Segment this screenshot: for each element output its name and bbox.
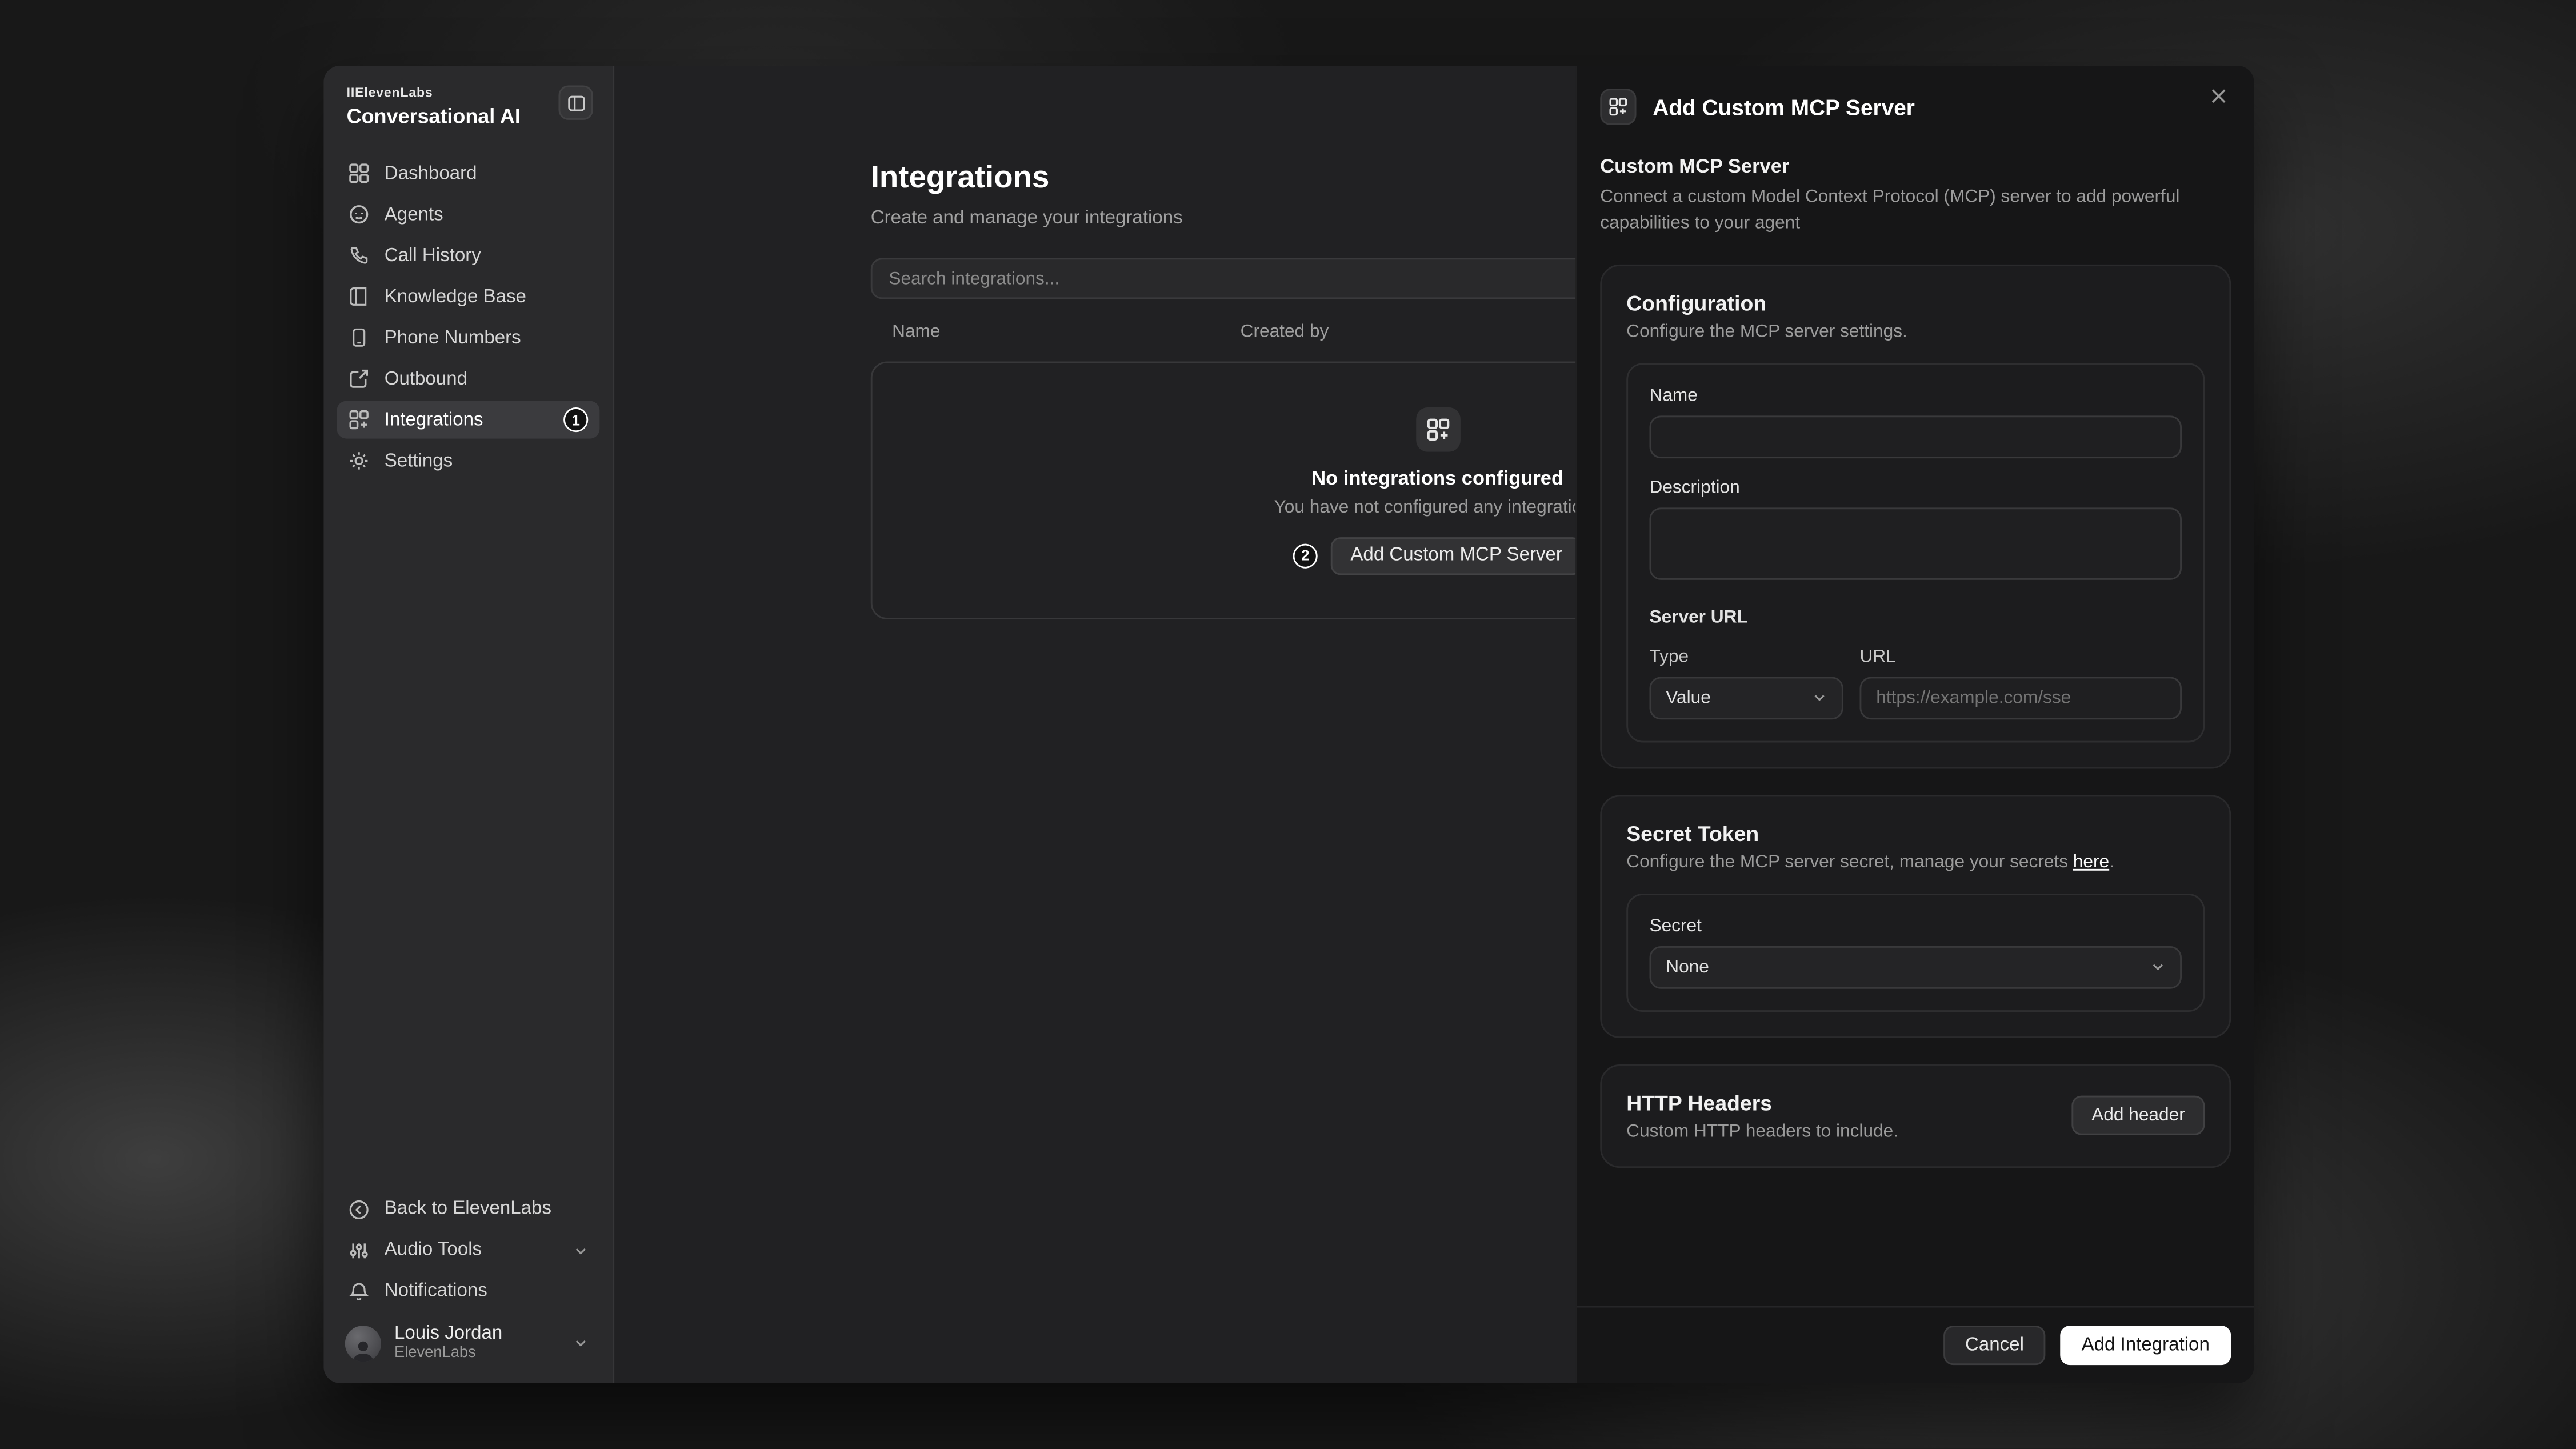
secret-token-title: Secret Token (1626, 821, 2205, 846)
drawer-header: Add Custom MCP Server (1577, 66, 2254, 145)
user-org: ElevenLabs (394, 1346, 560, 1363)
sidebar-item-label: Phone Numbers (385, 328, 521, 348)
http-headers-card: HTTP Headers Custom HTTP headers to incl… (1600, 1064, 2231, 1168)
sidebar-item-call-history[interactable]: Call History (337, 237, 599, 274)
app-window: IIElevenLabs Conversational AI Dashboard… (323, 66, 2254, 1383)
empty-state-title: No integrations configured (1311, 466, 1563, 489)
chevron-down-icon (1812, 691, 1827, 706)
audio-tools-item[interactable]: Audio Tools (337, 1232, 599, 1270)
column-created-by: Created by (1241, 322, 1329, 342)
description-field[interactable] (1650, 507, 2182, 580)
configuration-title: Configuration (1626, 291, 2205, 315)
sidebar-item-outbound[interactable]: Outbound (337, 360, 599, 398)
url-label: URL (1860, 647, 2182, 667)
integrations-icon (1600, 89, 1636, 125)
secret-group: Secret None (1626, 894, 2205, 1012)
sidebar-item-phone-numbers[interactable]: Phone Numbers (337, 319, 599, 357)
notifications-label: Notifications (385, 1282, 487, 1302)
sidebar-item-label: Dashboard (385, 163, 477, 183)
audio-tools-icon (349, 1240, 370, 1261)
sidebar-item-label: Outbound (385, 369, 467, 389)
secret-token-card: Secret Token Configure the MCP server se… (1600, 795, 2231, 1038)
url-field[interactable] (1860, 677, 2182, 719)
add-integration-button[interactable]: Add Integration (2060, 1326, 2231, 1365)
chevron-down-icon (2150, 960, 2165, 975)
name-label: Name (1650, 386, 2182, 406)
user-name: Louis Jordan (394, 1324, 560, 1346)
sidebar-item-label: Settings (385, 451, 453, 471)
app-title: Conversational AI (347, 105, 521, 128)
sidebar-collapse-button[interactable] (559, 86, 593, 120)
main-content: Integrations Create and manage your inte… (614, 66, 2254, 1383)
annotation-badge-2: 2 (1293, 543, 1318, 567)
integrations-icon (349, 409, 370, 430)
http-headers-subtitle: Custom HTTP headers to include. (1626, 1122, 1898, 1142)
sidebar-item-agents[interactable]: Agents (337, 195, 599, 233)
integrations-icon (1415, 407, 1460, 451)
sidebar: IIElevenLabs Conversational AI Dashboard… (323, 66, 614, 1383)
sidebar-item-label: Call History (385, 246, 481, 266)
secret-select[interactable]: None (1650, 946, 2182, 989)
server-url-label: Server URL (1650, 607, 2182, 627)
drawer-footer: Cancel Add Integration (1577, 1306, 2254, 1383)
drawer-title: Add Custom MCP Server (1653, 94, 2190, 119)
back-to-elevenlabs-label: Back to ElevenLabs (385, 1200, 551, 1220)
configuration-subtitle: Configure the MCP server settings. (1626, 322, 2205, 342)
name-field[interactable] (1650, 415, 2182, 458)
secret-select-value: None (1666, 958, 1709, 978)
type-select[interactable]: Value (1650, 677, 1843, 719)
close-icon[interactable] (2206, 83, 2231, 107)
dashboard-icon (349, 163, 370, 184)
manage-secrets-link[interactable]: here (2073, 852, 2109, 872)
notifications-item[interactable]: Notifications (337, 1273, 599, 1311)
secret-label: Secret (1650, 916, 2182, 936)
elevenlabs-logo: IIElevenLabs (347, 86, 521, 101)
drawer-section-title: Custom MCP Server (1600, 154, 2231, 177)
secret-token-subtitle: Configure the MCP server secret, manage … (1626, 852, 2205, 872)
sidebar-item-label: Agents (385, 205, 443, 225)
chevron-down-icon (573, 1336, 588, 1351)
back-arrow-icon (349, 1199, 370, 1220)
agents-icon (349, 204, 370, 225)
phone-numbers-icon (349, 327, 370, 348)
sidebar-item-dashboard[interactable]: Dashboard (337, 154, 599, 192)
audio-tools-label: Audio Tools (385, 1241, 482, 1261)
bell-icon (349, 1281, 370, 1302)
call-history-icon (349, 245, 370, 266)
avatar (345, 1326, 381, 1362)
sidebar-footer: Back to ElevenLabs Audio Tools Notificat… (337, 1191, 599, 1367)
settings-icon (349, 450, 370, 471)
description-label: Description (1650, 478, 2182, 498)
outbound-icon (349, 368, 370, 389)
knowledge-base-icon (349, 286, 370, 307)
cancel-button[interactable]: Cancel (1944, 1326, 2046, 1365)
sidebar-item-knowledge-base[interactable]: Knowledge Base (337, 278, 599, 315)
add-custom-mcp-server-drawer: Add Custom MCP Server Custom MCP Server … (1575, 66, 2254, 1383)
add-custom-mcp-server-button[interactable]: Add Custom MCP Server (1331, 537, 1582, 574)
type-label: Type (1650, 647, 1843, 667)
desktop-background: IIElevenLabs Conversational AI Dashboard… (0, 0, 2576, 1449)
sidebar-nav: Dashboard Agents Call History Knowledge … (337, 154, 599, 479)
sidebar-item-settings[interactable]: Settings (337, 442, 599, 479)
sidebar-item-label: Knowledge Base (385, 287, 526, 307)
panel-collapse-icon (566, 93, 586, 113)
chevron-down-icon (573, 1243, 588, 1258)
column-name: Name (892, 322, 1241, 342)
type-select-value: Value (1666, 688, 1711, 708)
annotation-badge-1: 1 (563, 407, 588, 432)
drawer-body: Custom MCP Server Connect a custom Model… (1577, 145, 2254, 1306)
user-menu[interactable]: Louis Jordan ElevenLabs (337, 1314, 599, 1367)
back-to-elevenlabs-link[interactable]: Back to ElevenLabs (337, 1191, 599, 1228)
configuration-group: Name Description Server URL Type Value (1626, 363, 2205, 742)
http-headers-title: HTTP Headers (1626, 1091, 1898, 1115)
configuration-card: Configuration Configure the MCP server s… (1600, 265, 2231, 769)
add-header-button[interactable]: Add header (2072, 1096, 2205, 1136)
sidebar-item-integrations[interactable]: Integrations 1 (337, 401, 599, 439)
drawer-section-description: Connect a custom Model Context Protocol … (1600, 186, 2244, 238)
empty-state-subtitle: You have not configured any integrations (1274, 497, 1601, 517)
sidebar-item-label: Integrations (385, 410, 483, 430)
